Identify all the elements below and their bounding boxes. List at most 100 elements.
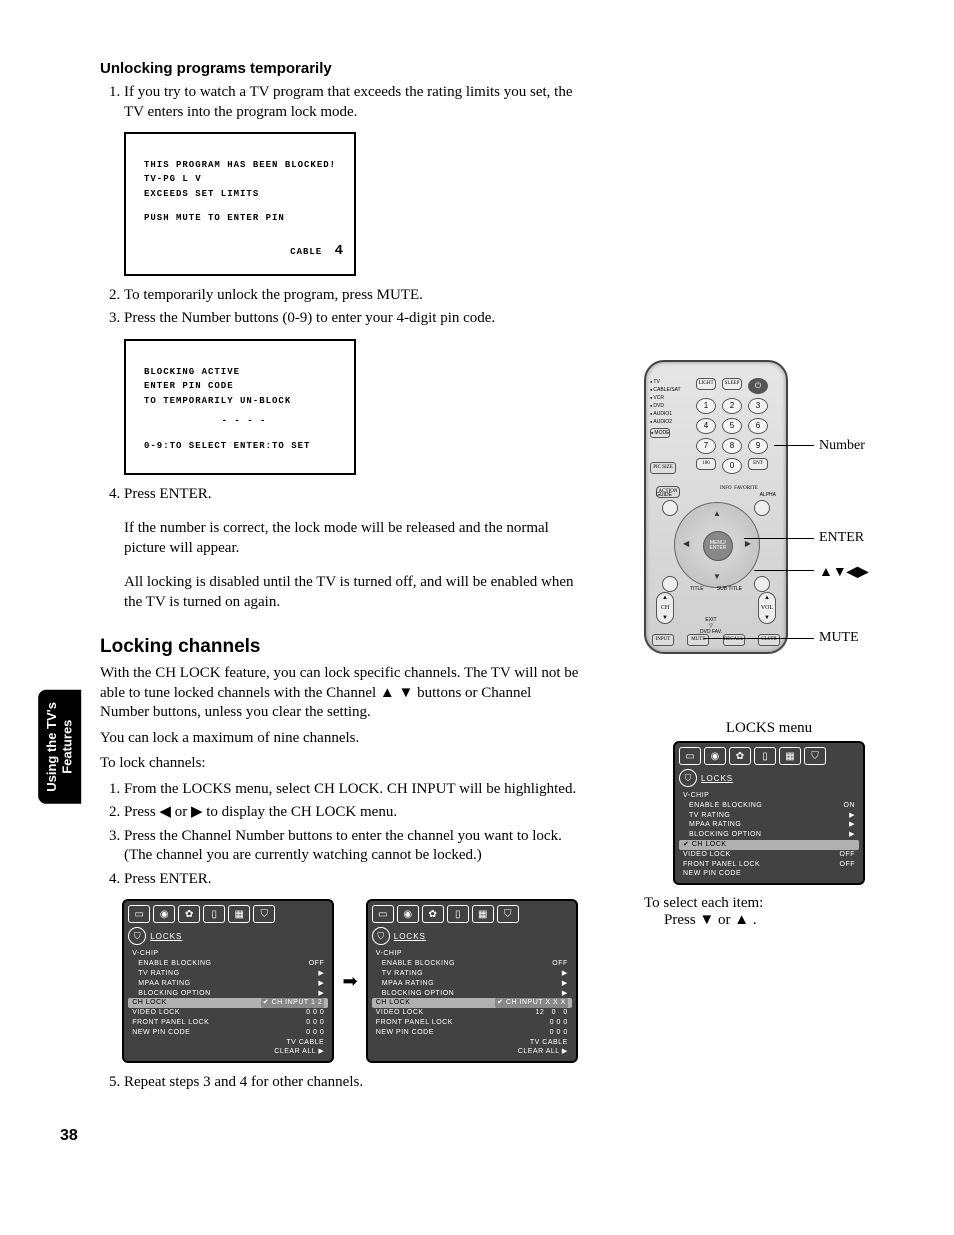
ml: FRONT PANEL LOCK [683, 860, 760, 870]
ml: ON [844, 801, 856, 811]
menu-icon: ▦ [228, 905, 250, 923]
side-tab: Using the TV'sFeatures [38, 690, 81, 804]
ml: OFF [309, 959, 325, 969]
ml: NEW PIN CODE [132, 1028, 190, 1038]
locks-menu-right: ▭ ◉ ✿ ▯ ▦ ⛉ ⛉LOCKS V-CHIP ENABLE BLOCKIN… [366, 899, 578, 1063]
osd-line: TV-PG L V [144, 172, 344, 186]
lock-icon: ⛉ [128, 927, 146, 945]
sleep-button: SLEEP [722, 378, 742, 390]
ml: ENABLE BLOCKING [382, 959, 455, 969]
ml: FRONT PANEL LOCK [132, 1018, 209, 1028]
step-1-3: Press the Number buttons (0-9) to enter … [124, 309, 580, 329]
ch-rocker: ▲CH▼ [656, 592, 674, 624]
ml: ▶ [318, 969, 324, 979]
t: or [714, 912, 734, 928]
osd-footer: CABLE 4 [144, 240, 344, 262]
lbl: AUDIO1 [650, 410, 681, 418]
menu-icon: ◉ [153, 905, 175, 923]
lbl: VCR [650, 394, 681, 402]
osd-line: 0-9:TO SELECT ENTER:TO SET [144, 439, 344, 453]
t: to display the CH LOCK menu. [203, 804, 398, 820]
menu-enter-button: MENU/ENTER [703, 531, 733, 561]
menu-icon: ✿ [729, 747, 751, 765]
menu-icon: ▯ [203, 905, 225, 923]
power-button: ⏻ [748, 378, 768, 394]
lbl: GUIDE [656, 492, 672, 498]
num-button: 7 [696, 438, 716, 454]
ml: TV CABLE [286, 1038, 324, 1048]
osd-line: PUSH MUTE TO ENTER PIN [144, 211, 344, 225]
input-button: INPUT [652, 634, 674, 646]
nav-ring: ▲ ▼ ◀ ▶ MENU/ENTER [674, 502, 760, 588]
bottom-row: INPUT MUTE RECALL CLSTR [652, 634, 780, 646]
num-button: 3 [748, 398, 768, 414]
mute-button: MUTE [687, 634, 709, 646]
remote-device-labels: TV CABLE/SAT VCR DVD AUDIO1 AUDIO2 MODE [650, 378, 681, 438]
menu-icon: ✿ [422, 905, 444, 923]
ml: ▶ [562, 989, 568, 999]
num-button: 8 [722, 438, 742, 454]
menu-icon: ⛉ [497, 905, 519, 923]
callout-number: Number [819, 438, 865, 454]
locking-intro-2: You can lock a maximum of nine channels. [100, 729, 580, 749]
num-button: 9 [748, 438, 768, 454]
locks-menu-left: ▭ ◉ ✿ ▯ ▦ ⛉ ⛉LOCKS V-CHIP ENABLE BLOCKIN… [122, 899, 334, 1063]
ml: ENABLE BLOCKING [138, 959, 211, 969]
menu-icon: ✿ [178, 905, 200, 923]
step-1-4: Press ENTER. [124, 485, 580, 505]
t: Press [664, 912, 699, 928]
ml: ▶ [849, 820, 855, 830]
menu-icon: ▭ [128, 905, 150, 923]
step-2-3: Press the Channel Number buttons to ente… [124, 827, 580, 866]
corner-button [754, 500, 770, 516]
menu-icon: ▦ [472, 905, 494, 923]
step-2-5: Repeat steps 3 and 4 for other channels. [124, 1073, 580, 1093]
ml: 0 0 0 [306, 1018, 324, 1028]
ml: V-CHIP [132, 949, 158, 959]
lbl: ALPHA [760, 492, 776, 498]
locking-intro-1: With the CH LOCK feature, you can lock s… [100, 664, 580, 723]
osd-line: EXCEEDS SET LIMITS [144, 187, 344, 201]
note-4b: All locking is disabled until the TV is … [124, 573, 580, 612]
ml: 0 0 0 [550, 1028, 568, 1038]
ml: TV RATING [382, 969, 423, 979]
left-arrow-icon: ◀ [683, 539, 689, 548]
ml: CH LOCK [376, 998, 411, 1008]
ml: 0 0 0 [306, 1028, 324, 1038]
ml: CH LOCK [692, 841, 727, 848]
menu-icon: ▭ [679, 747, 701, 765]
osd-dashes: - - - - [144, 414, 344, 428]
ml: ▶ [562, 979, 568, 989]
lock-icon: ⛉ [679, 769, 697, 787]
ml: CLEAR ALL ▶ [274, 1047, 324, 1057]
callout-enter: ENTER [819, 530, 864, 546]
num-button: 2 [722, 398, 742, 414]
ml: TV RATING [138, 969, 179, 979]
step-2-4: Press ENTER. [124, 870, 580, 890]
ml: TV CABLE [530, 1038, 568, 1048]
ml: BLOCKING OPTION [138, 989, 210, 999]
lbl: DVD [650, 402, 681, 410]
menu-header: LOCKS [701, 774, 733, 783]
osd-line: BLOCKING ACTIVE [144, 365, 344, 379]
menu-icon: ▯ [754, 747, 776, 765]
callout-arrows: ▲▼◀▶ [819, 564, 868, 581]
num-button: 5 [722, 418, 742, 434]
menu-header: LOCKS [394, 932, 426, 941]
remote-numpad: LIGHT SLEEP ⏻ 1 2 3 4 5 6 7 8 9 100 0 EN… [696, 378, 768, 474]
menu-icon: ◉ [397, 905, 419, 923]
t: Press [124, 804, 159, 820]
heading-unlocking: Unlocking programs temporarily [100, 60, 580, 77]
exit-label: EXIT▽DVD FAV. [700, 617, 722, 635]
step-2-2: Press ◀ or ▶ to display the CH LOCK menu… [124, 803, 580, 823]
menu-instruction: To select each item: Press ▼ or ▲ . [644, 895, 894, 929]
ml: BLOCKING OPTION [382, 989, 454, 999]
note-4a: If the number is correct, the lock mode … [124, 519, 580, 558]
ml: V-CHIP [376, 949, 402, 959]
osd-ch-num: 4 [335, 243, 344, 259]
menu-icon: ◉ [704, 747, 726, 765]
step-1-2: To temporarily unlock the program, press… [124, 286, 580, 306]
ml: FRONT PANEL LOCK [376, 1018, 453, 1028]
ml: CH INPUT 1 2 [272, 999, 323, 1006]
ml: ▶ [849, 811, 855, 821]
